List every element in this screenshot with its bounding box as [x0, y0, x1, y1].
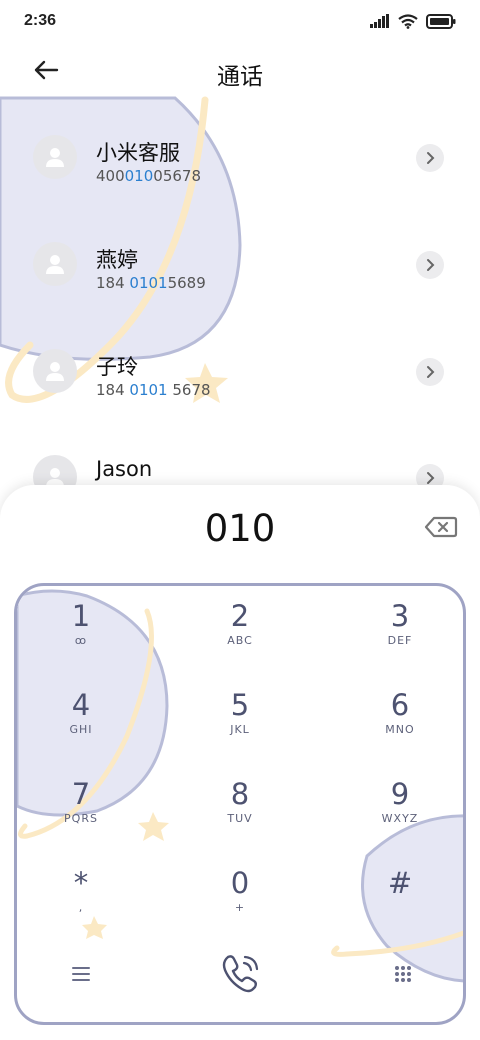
contact-name: Jason [96, 457, 153, 481]
contact-detail-button[interactable] [416, 144, 444, 172]
key-9[interactable]: 9 WXYZ [340, 778, 460, 858]
key-8[interactable]: 8 TUV [180, 778, 300, 858]
person-icon [46, 148, 64, 167]
avatar [33, 349, 77, 393]
phone-screen: 2:36 通话 小米客服 40001005678 燕婷 184 01015689… [0, 0, 480, 1040]
contact-item[interactable]: 小米客服 40001005678 [0, 123, 480, 213]
avatar [33, 135, 77, 179]
page-title: 通话 [217, 64, 263, 90]
key-letters: ABC [227, 634, 253, 647]
key-0[interactable]: 0 + [180, 867, 300, 947]
key-2[interactable]: 2 ABC [180, 600, 300, 680]
chevron-right-icon [427, 152, 435, 164]
key-4[interactable]: 4 GHI [21, 689, 141, 769]
key-1[interactable]: 1ꝏ [21, 600, 141, 680]
key-digit: 7 [71, 777, 91, 811]
phone-call-icon [222, 955, 259, 993]
key-5[interactable]: 5 JKL [180, 689, 300, 769]
menu-icon [72, 967, 90, 981]
contact-name: 燕婷 [96, 248, 138, 272]
battery-icon [426, 13, 456, 29]
status-bar: 2:36 [0, 0, 480, 42]
key-letters: MNO [385, 723, 415, 736]
signal-icon [370, 14, 389, 28]
key-3[interactable]: 3 DEF [340, 600, 460, 680]
key-digit: 0 [230, 866, 250, 900]
key-digit: 8 [230, 777, 250, 811]
contact-name: 子玲 [96, 355, 138, 379]
key-digit: * [73, 866, 89, 900]
contact-item[interactable]: 燕婷 184 01015689 [0, 230, 480, 320]
delete-button[interactable] [424, 515, 458, 539]
contact-detail-button[interactable] [416, 358, 444, 386]
key-digit: 4 [71, 688, 91, 722]
keypad-grid-icon [395, 966, 411, 982]
key-star[interactable]: *, [21, 867, 141, 947]
key-6[interactable]: 6 MNO [340, 689, 460, 769]
dialer-sheet: 010 1ꝏ 2 ABC 3 DEF 4 GHI 5 JKL 6 MNO 7 P… [0, 485, 480, 1040]
status-time: 2:36 [24, 12, 57, 29]
key-digit: # [387, 866, 413, 900]
key-letters: DEF [387, 634, 413, 647]
wifi-icon [398, 13, 418, 29]
chevron-right-icon [427, 259, 435, 271]
contact-item[interactable]: 子玲 184 0101 5678 [0, 337, 480, 427]
backspace-icon [424, 516, 458, 538]
keypad: 1ꝏ 2 ABC 3 DEF 4 GHI 5 JKL 6 MNO 7 PQRS 8 TUV 9… [14, 583, 466, 1025]
contact-number: 184 01015689 [96, 274, 206, 292]
key-digit: 6 [390, 688, 410, 722]
key-digit: 3 [390, 599, 410, 633]
status-icons [370, 13, 456, 29]
call-button[interactable] [215, 948, 265, 998]
app-header: 通话 [0, 45, 480, 95]
key-digit: 1 [71, 599, 91, 633]
keypad-toggle-button[interactable] [383, 954, 423, 994]
contact-number: 40001005678 [96, 167, 201, 185]
chevron-right-icon [427, 366, 435, 378]
key-hash[interactable]: # [340, 867, 460, 947]
person-icon [46, 255, 64, 274]
key-letters: TUV [227, 812, 253, 825]
key-7[interactable]: 7 PQRS [21, 778, 141, 858]
key-letters: WXYZ [381, 812, 419, 825]
key-digit: 5 [230, 688, 250, 722]
key-letters: GHI [69, 723, 93, 736]
key-letters: PQRS [64, 812, 98, 825]
key-letters: , [78, 901, 84, 914]
contact-detail-button[interactable] [416, 251, 444, 279]
menu-button[interactable] [61, 954, 101, 994]
dialed-number: 010 [204, 507, 276, 550]
contact-number: 184 0101 5678 [96, 381, 211, 399]
avatar [33, 242, 77, 286]
key-digit: 9 [390, 777, 410, 811]
key-letters: + [234, 901, 246, 914]
key-digit: 2 [230, 599, 250, 633]
contact-name: 小米客服 [96, 141, 180, 165]
chevron-right-icon [427, 472, 435, 484]
key-letters: JKL [230, 723, 250, 736]
person-icon [46, 362, 64, 381]
voicemail-icon: ꝏ [74, 634, 88, 647]
